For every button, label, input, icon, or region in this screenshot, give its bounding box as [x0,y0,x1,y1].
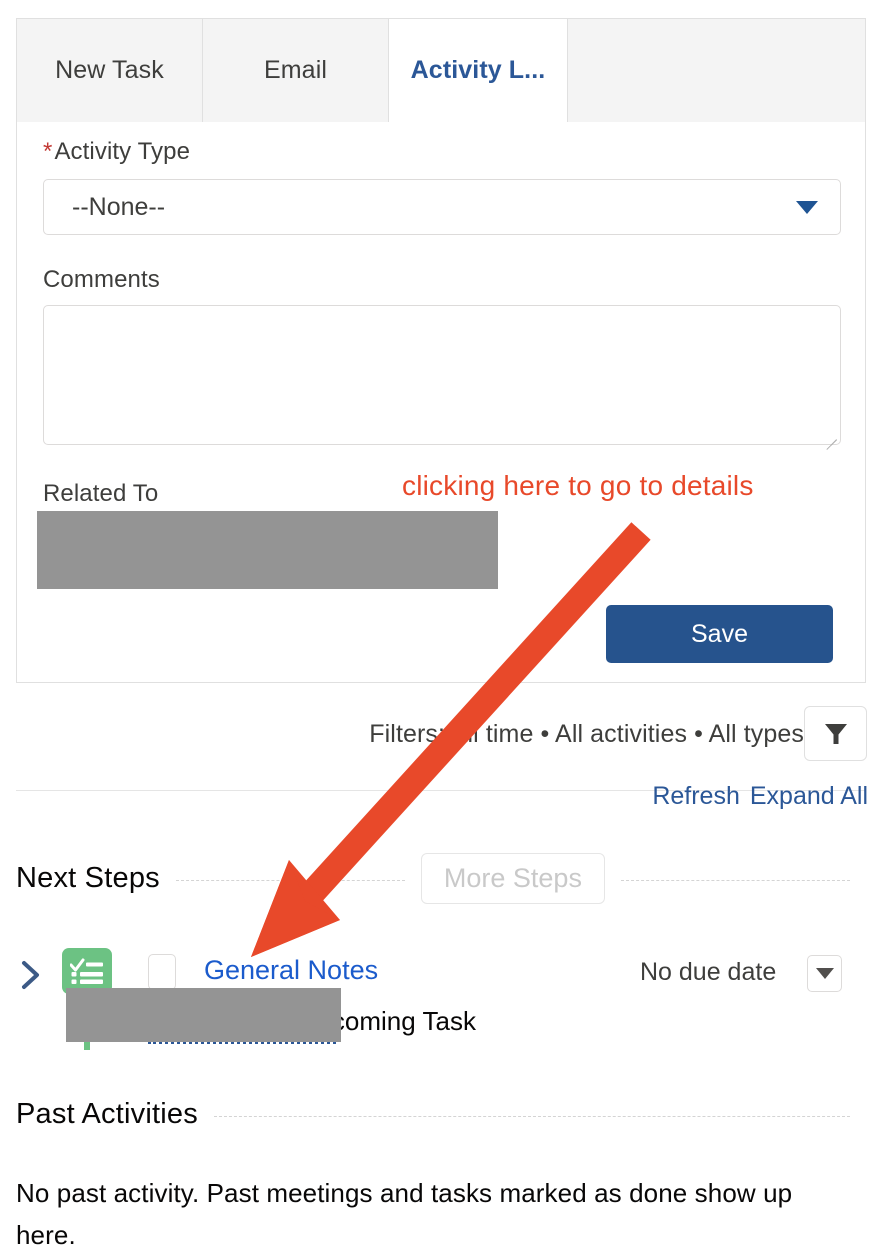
task-checklist-glyph [70,958,103,984]
save-button-label: Save [691,619,748,648]
resize-handle-icon[interactable] [823,427,837,450]
past-activities-title: Past Activities [16,1097,198,1130]
tab-email[interactable]: Email [202,18,388,123]
activity-type-value: --None-- [72,192,166,221]
header-divider-left [175,879,405,881]
tab-overflow[interactable] [568,18,866,123]
activity-type-picklist[interactable]: --None-- [43,179,841,235]
annotation-label: clicking here to go to details [402,470,754,501]
tab-activity-log[interactable]: Activity L... [388,18,568,123]
related-to-redacted-value [37,511,498,589]
activity-panel: New Task Email Activity L... *Activity T… [0,0,894,1252]
past-activities-divider [213,1115,850,1117]
tab-email-label: Email [263,56,327,84]
checkbox-unchecked-icon[interactable] [148,954,176,990]
refresh-link[interactable]: Refresh [652,782,740,810]
save-button[interactable]: Save [606,605,833,663]
tab-new-task[interactable]: New Task [16,18,202,123]
filter-button[interactable] [804,706,867,761]
filters-summary: Filters: All time • All activities • All… [369,720,804,748]
header-divider-right [620,879,850,881]
task-description-redacted-value [66,988,341,1042]
chevron-down-icon [796,200,818,214]
funnel-icon [824,723,847,744]
past-activities-header: Past Activities [16,1094,866,1134]
related-to-label: Related To [43,480,159,507]
expand-all-link[interactable]: Expand All [750,782,868,810]
tab-activity-log-label: Activity L... [410,56,546,84]
task-menu-button[interactable] [807,955,842,992]
past-activities-empty-message: No past activity. Past meetings and task… [16,1178,793,1250]
more-steps-button[interactable]: More Steps [420,852,605,904]
activity-type-label: *Activity Type [43,138,190,166]
chevron-down-icon [815,968,834,979]
task-subject-link[interactable]: General Notes [204,955,378,986]
comments-input[interactable] [43,305,841,450]
filters-row: Filters: All time • All activities • All… [0,706,894,762]
tab-strip: New Task Email Activity L... [16,18,866,123]
next-steps-title: Next Steps [16,861,160,894]
chevron-right-icon[interactable] [20,960,42,990]
activity-log-form: *Activity Type --None-- Comments Related… [16,122,866,683]
activity-type-label-text: Activity Type [54,138,191,165]
list-actions: Refresh Expand All [652,782,868,811]
required-asterisk-icon: * [43,138,53,165]
next-steps-header: Next Steps More Steps [16,852,866,904]
comments-label: Comments [43,266,160,293]
tab-new-task-label: New Task [55,56,164,84]
task-due-date: No due date [640,958,777,986]
